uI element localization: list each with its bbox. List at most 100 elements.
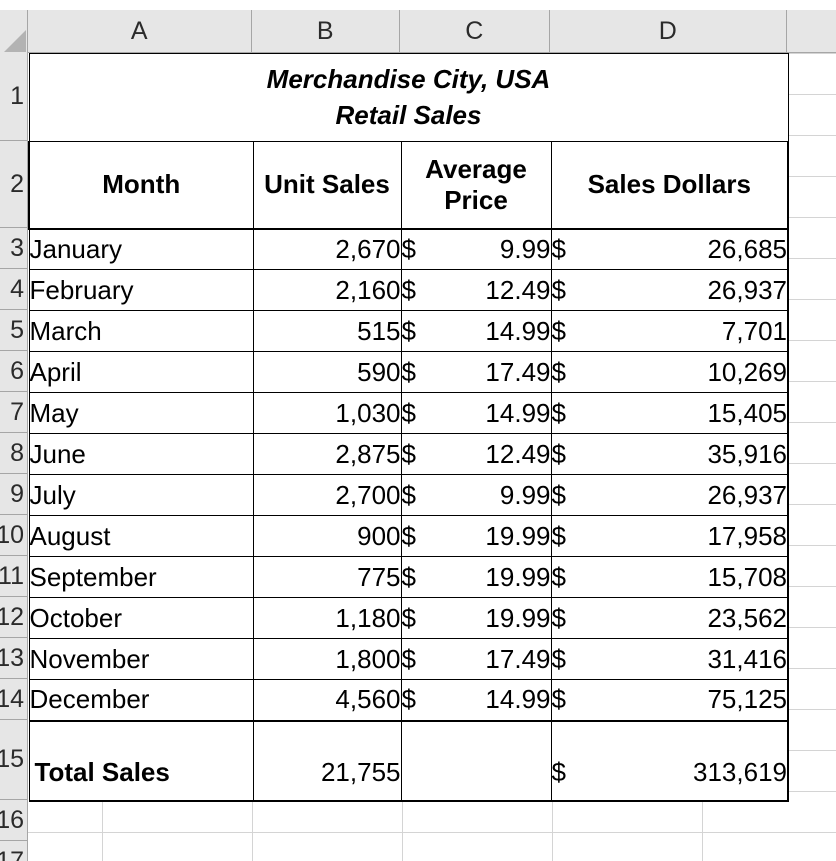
cell-average-price[interactable]: $9.99	[400, 228, 552, 270]
sales-table: Merchandise City, USA Retail Sales Month…	[28, 53, 789, 802]
cell-total-average-price[interactable]	[400, 719, 552, 802]
header-cell-sales-dollars[interactable]: Sales Dollars	[550, 141, 789, 230]
cell-unit-sales[interactable]: 2,875	[252, 433, 402, 475]
cell-average-price[interactable]: $19.99	[400, 556, 552, 598]
column-header-a[interactable]: A	[28, 10, 252, 53]
header-cell-unit-sales[interactable]: Unit Sales	[252, 141, 402, 230]
currency-symbol: $	[551, 397, 566, 428]
row-header-16[interactable]: 16	[0, 800, 28, 841]
cell-average-price[interactable]: $9.99	[400, 474, 552, 516]
row-header-7[interactable]: 7	[0, 392, 28, 433]
cell-average-price[interactable]: $19.99	[400, 597, 552, 639]
cell-unit-sales[interactable]: 515	[252, 310, 402, 352]
cell-total-sales-dollars[interactable]: $313,619	[550, 719, 789, 802]
column-header-bar: A B C D	[0, 10, 836, 53]
column-header-c[interactable]: C	[400, 10, 550, 53]
currency-symbol: $	[551, 438, 566, 469]
cell-sales-dollars[interactable]: $31,416	[550, 638, 789, 680]
row-header-9[interactable]: 9	[0, 474, 28, 515]
cell-total-label[interactable]: Total Sales	[28, 719, 254, 802]
cell-sales-dollars[interactable]: $10,269	[550, 351, 789, 393]
row-header-6[interactable]: 6	[0, 351, 28, 392]
cell-unit-sales[interactable]: 2,160	[252, 269, 402, 311]
cell-value: 17.49	[485, 356, 551, 387]
cell-month[interactable]: September	[28, 556, 254, 598]
cell-unit-sales[interactable]: 2,670	[252, 228, 402, 270]
header-cell-average-price[interactable]: Average Price	[400, 141, 552, 230]
row-header-13[interactable]: 13	[0, 638, 28, 679]
cell-average-price[interactable]: $19.99	[400, 515, 552, 557]
cell-sales-dollars[interactable]: $75,125	[550, 679, 789, 721]
column-header-e[interactable]	[787, 10, 836, 53]
row-header-10[interactable]: 10	[0, 515, 28, 556]
row-header-15[interactable]: 15	[0, 720, 28, 800]
currency-symbol: $	[551, 561, 566, 592]
cell-unit-sales[interactable]: 590	[252, 351, 402, 393]
cell-month[interactable]: November	[28, 638, 254, 680]
cell-month[interactable]: June	[28, 433, 254, 475]
cell-unit-sales[interactable]: 1,800	[252, 638, 402, 680]
header-cell-month[interactable]: Month	[28, 141, 254, 230]
row-header-12[interactable]: 12	[0, 597, 28, 638]
row-header-11[interactable]: 11	[0, 556, 28, 597]
table-row: February 2,160 $12.49 $26,937	[28, 269, 789, 311]
cell-average-price[interactable]: $12.49	[400, 433, 552, 475]
cell-month[interactable]: July	[28, 474, 254, 516]
cell-unit-sales[interactable]: 1,180	[252, 597, 402, 639]
currency-symbol: $	[401, 233, 416, 264]
row-header-17[interactable]: 17	[0, 841, 28, 861]
cell-unit-sales[interactable]: 2,700	[252, 474, 402, 516]
table-row: May 1,030 $14.99 $15,405	[28, 392, 789, 434]
row-header-label: 8	[10, 438, 24, 467]
cell-average-price[interactable]: $14.99	[400, 679, 552, 721]
row-header-1[interactable]: 1	[0, 53, 28, 141]
cell-average-price[interactable]: $12.49	[400, 269, 552, 311]
select-all-button[interactable]	[0, 10, 28, 53]
cell-unit-sales[interactable]: 775	[252, 556, 402, 598]
currency-symbol: $	[401, 397, 416, 428]
cell-sales-dollars[interactable]: $15,708	[550, 556, 789, 598]
cell-month[interactable]: May	[28, 392, 254, 434]
cell-sales-dollars[interactable]: $35,916	[550, 433, 789, 475]
cell-unit-sales[interactable]: 4,560	[252, 679, 402, 721]
cell-sales-dollars[interactable]: $7,701	[550, 310, 789, 352]
currency-symbol: $	[551, 643, 566, 674]
row-header-label: 13	[0, 643, 24, 672]
cell-month[interactable]: February	[28, 269, 254, 311]
row-header-2[interactable]: 2	[0, 141, 28, 228]
cell-average-price[interactable]: $14.99	[400, 310, 552, 352]
row-header-5[interactable]: 5	[0, 310, 28, 351]
cell-month[interactable]: August	[28, 515, 254, 557]
column-header-b[interactable]: B	[252, 10, 400, 53]
cell-sales-dollars[interactable]: $23,562	[550, 597, 789, 639]
cell-average-price[interactable]: $14.99	[400, 392, 552, 434]
cell-average-price[interactable]: $17.49	[400, 638, 552, 680]
cell-total-unit-sales[interactable]: 21,755	[252, 719, 402, 802]
row-header-3[interactable]: 3	[0, 228, 28, 269]
table-row: December 4,560 $14.99 $75,125	[28, 679, 789, 721]
cell-month[interactable]: April	[28, 351, 254, 393]
cell-month[interactable]: October	[28, 597, 254, 639]
cell-sales-dollars[interactable]: $15,405	[550, 392, 789, 434]
cell-month[interactable]: December	[28, 679, 254, 721]
cell-sales-dollars[interactable]: $26,937	[550, 269, 789, 311]
row-header-label: 3	[10, 233, 24, 262]
row-header-14[interactable]: 14	[0, 679, 28, 720]
currency-symbol: $	[551, 479, 566, 510]
currency-symbol: $	[401, 602, 416, 633]
column-header-d[interactable]: D	[550, 10, 787, 53]
row-header-4[interactable]: 4	[0, 269, 28, 310]
cell-value: 9.99	[499, 233, 551, 264]
cell-month[interactable]: January	[28, 228, 254, 270]
table-body: January 2,670 $9.99 $26,685 February 2,160 $12…	[28, 228, 789, 721]
cell-unit-sales[interactable]: 900	[252, 515, 402, 557]
report-title-cell[interactable]: Merchandise City, USA Retail Sales	[28, 53, 789, 142]
cell-month[interactable]: March	[28, 310, 254, 352]
row-header-label: 2	[10, 169, 24, 198]
row-header-8[interactable]: 8	[0, 433, 28, 474]
cell-sales-dollars[interactable]: $17,958	[550, 515, 789, 557]
cell-sales-dollars[interactable]: $26,685	[550, 228, 789, 270]
cell-average-price[interactable]: $17.49	[400, 351, 552, 393]
cell-sales-dollars[interactable]: $26,937	[550, 474, 789, 516]
cell-unit-sales[interactable]: 1,030	[252, 392, 402, 434]
